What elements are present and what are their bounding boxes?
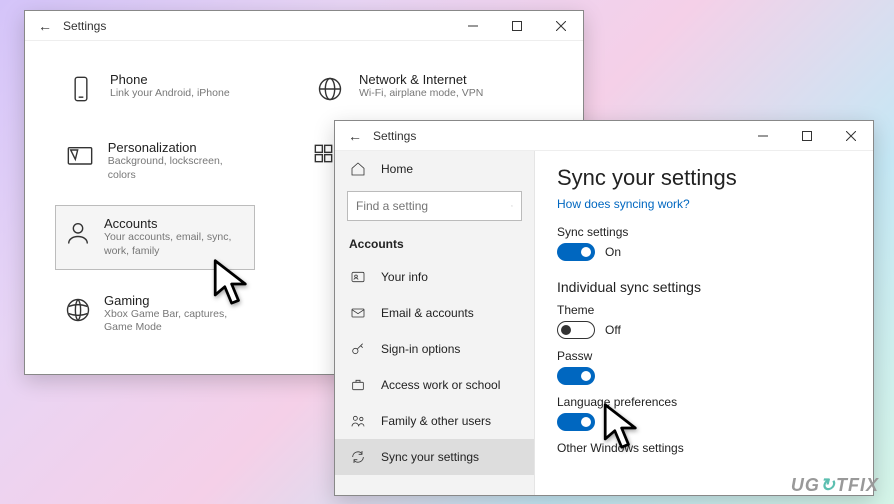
phone-icon xyxy=(64,72,98,106)
minimize-button[interactable] xyxy=(741,121,785,151)
sidebar-label: Sync your settings xyxy=(381,450,479,464)
passwords-label: Passw xyxy=(557,349,851,363)
category-desc: Wi-Fi, airplane mode, VPN xyxy=(359,87,483,101)
sidebar-label: Home xyxy=(381,162,413,176)
sidebar-your-info[interactable]: Your info xyxy=(335,259,534,295)
individual-sync-heading: Individual sync settings xyxy=(557,279,851,295)
your-info-icon xyxy=(349,268,367,286)
category-desc: Link your Android, iPhone xyxy=(110,87,230,101)
sidebar-signin[interactable]: Sign-in options xyxy=(335,331,534,367)
close-button[interactable] xyxy=(829,121,873,151)
cursor-icon xyxy=(600,402,646,459)
home-icon xyxy=(349,160,367,178)
content-pane: Sync your settings How does syncing work… xyxy=(535,151,873,495)
theme-toggle[interactable] xyxy=(557,321,595,339)
accounts-icon xyxy=(64,216,92,250)
sidebar: Home Accounts Your info Email & accounts… xyxy=(335,151,535,495)
passwords-toggle[interactable] xyxy=(557,367,595,385)
category-network[interactable]: Network & InternetWi-Fi, airplane mode, … xyxy=(304,61,534,117)
how-syncing-works-link[interactable]: How does syncing work? xyxy=(557,197,851,211)
sync-settings-label: Sync settings xyxy=(557,225,851,239)
sidebar-label: Access work or school xyxy=(381,378,500,392)
family-icon xyxy=(349,412,367,430)
email-icon xyxy=(349,304,367,322)
sync-icon xyxy=(349,448,367,466)
sidebar-label: Family & other users xyxy=(381,414,491,428)
back-button[interactable]: ← xyxy=(343,128,367,144)
sidebar-email[interactable]: Email & accounts xyxy=(335,295,534,331)
sidebar-section-header: Accounts xyxy=(335,227,534,259)
close-button[interactable] xyxy=(539,11,583,41)
category-title: Accounts xyxy=(104,216,244,231)
briefcase-icon xyxy=(349,376,367,394)
gaming-icon xyxy=(64,293,92,327)
search-box[interactable] xyxy=(347,191,522,221)
category-desc: Your accounts, email, sync, work, family xyxy=(104,231,244,258)
toggle-state: On xyxy=(605,245,621,259)
sidebar-work[interactable]: Access work or school xyxy=(335,367,534,403)
sidebar-label: Your info xyxy=(381,270,428,284)
category-title: Phone xyxy=(110,72,230,87)
window-title: Settings xyxy=(367,129,416,143)
toggle-state: Off xyxy=(605,323,621,337)
category-title: Network & Internet xyxy=(359,72,483,87)
language-toggle[interactable] xyxy=(557,413,595,431)
page-heading: Sync your settings xyxy=(557,165,851,191)
category-personalization[interactable]: PersonalizationBackground, lockscreen, c… xyxy=(55,129,255,193)
category-title: Personalization xyxy=(108,140,244,155)
titlebar: ← Settings xyxy=(25,11,583,41)
category-phone[interactable]: PhoneLink your Android, iPhone xyxy=(55,61,255,117)
minimize-button[interactable] xyxy=(451,11,495,41)
back-button[interactable]: ← xyxy=(33,18,57,34)
sidebar-sync[interactable]: Sync your settings xyxy=(335,439,534,475)
maximize-button[interactable] xyxy=(785,121,829,151)
sidebar-home[interactable]: Home xyxy=(335,151,534,187)
theme-label: Theme xyxy=(557,303,851,317)
personalization-icon xyxy=(64,140,96,174)
network-icon xyxy=(313,72,347,106)
watermark: UG↻TFIX xyxy=(791,475,879,496)
category-desc: Background, lockscreen, colors xyxy=(108,155,244,182)
window-title: Settings xyxy=(57,19,106,33)
search-icon xyxy=(511,199,513,213)
sidebar-family[interactable]: Family & other users xyxy=(335,403,534,439)
maximize-button[interactable] xyxy=(495,11,539,41)
sidebar-label: Email & accounts xyxy=(381,306,474,320)
sidebar-label: Sign-in options xyxy=(381,342,460,356)
search-input[interactable] xyxy=(356,199,511,213)
titlebar: ← Settings xyxy=(335,121,873,151)
cursor-icon xyxy=(210,258,256,315)
key-icon xyxy=(349,340,367,358)
sync-settings-toggle[interactable] xyxy=(557,243,595,261)
